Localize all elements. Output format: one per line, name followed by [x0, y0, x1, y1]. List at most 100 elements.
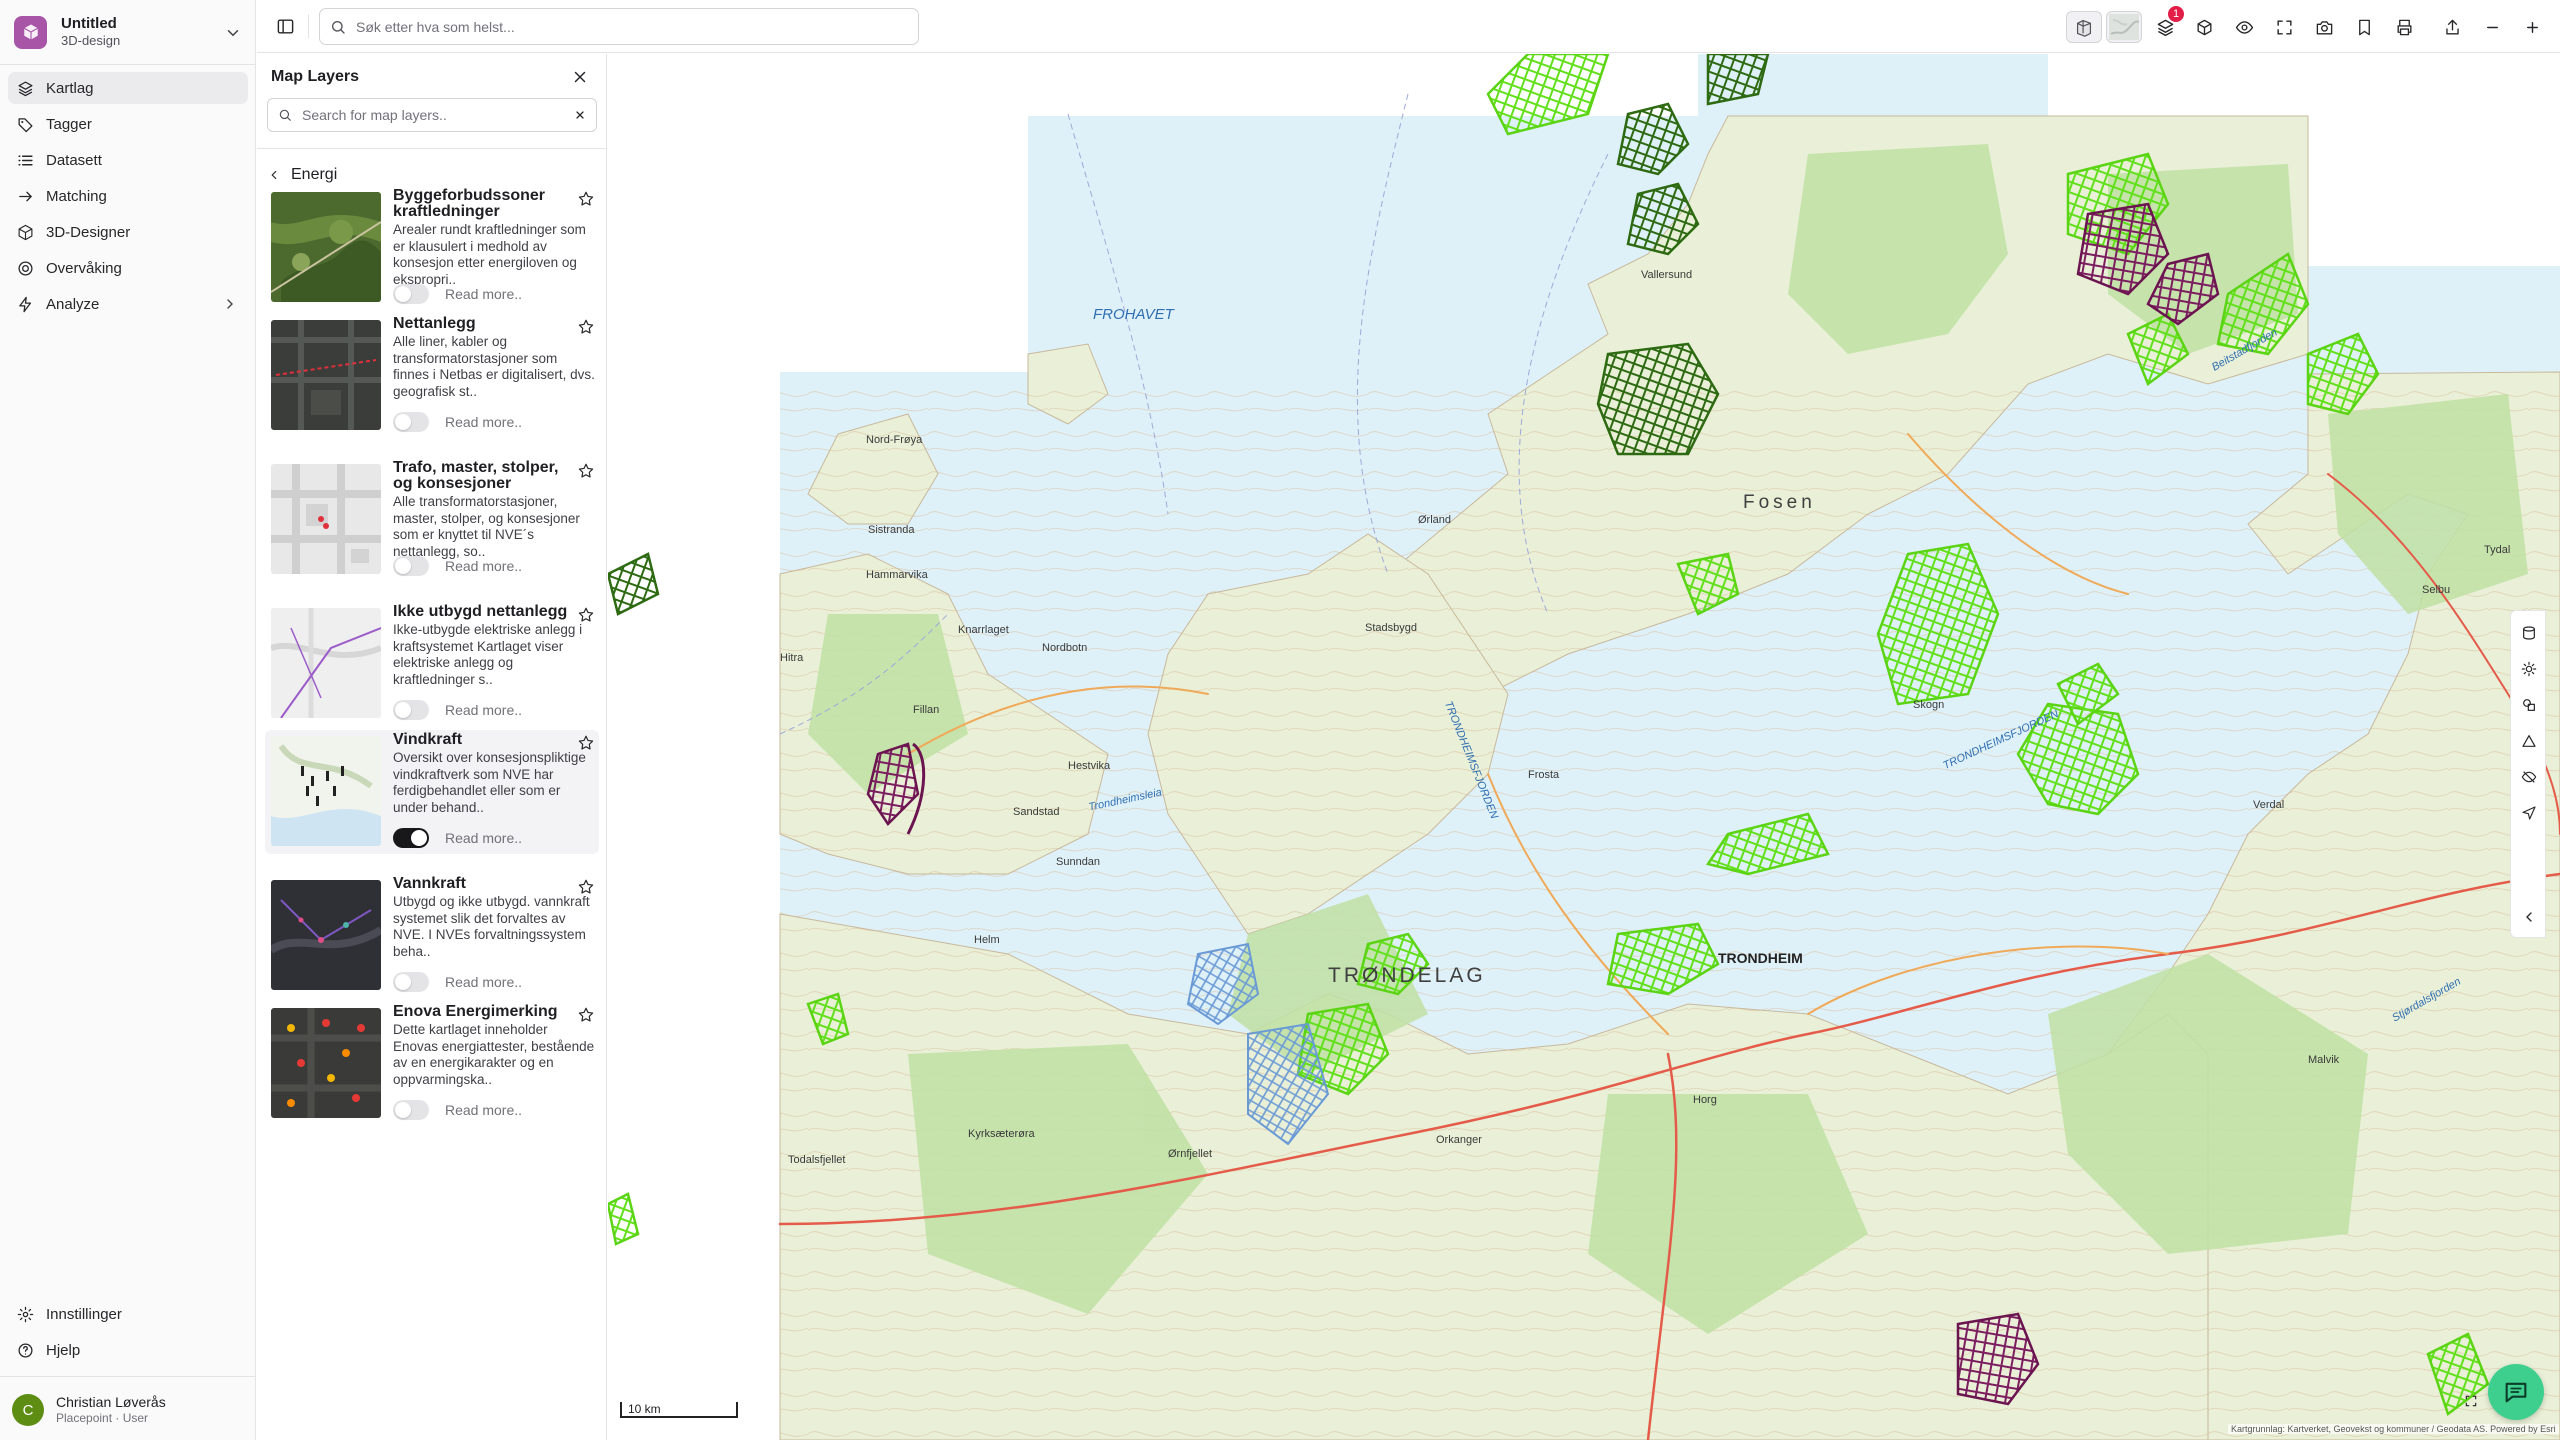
nav-innstillinger[interactable]: Innstillinger: [8, 1298, 248, 1330]
sun-icon: [2521, 661, 2537, 677]
favorite-star-icon[interactable]: [577, 462, 595, 480]
clear-search-icon[interactable]: [574, 109, 586, 121]
project-name: Untitled: [61, 15, 117, 33]
measure-button[interactable]: [2519, 695, 2539, 715]
project-switcher[interactable]: Untitled 3D-design: [10, 8, 246, 56]
printer-icon: [2396, 19, 2412, 35]
layer-search-input[interactable]: [302, 107, 562, 123]
map-label-place: Frosta: [1528, 769, 1560, 781]
nav-kartlag[interactable]: Kartlag: [8, 72, 248, 104]
layer-thumbnail: [271, 192, 381, 302]
map-tool-rail: [2510, 610, 2546, 938]
close-panel-button[interactable]: [569, 66, 591, 88]
user-menu[interactable]: C Christian Løverås Placepoint · User: [12, 1390, 166, 1430]
read-more-link[interactable]: Read more..: [445, 1102, 522, 1118]
hide-button[interactable]: [2519, 767, 2539, 787]
layers-icon: [16, 79, 34, 97]
read-more-link[interactable]: Read more..: [445, 558, 522, 574]
global-search[interactable]: [319, 8, 919, 45]
toggle-sidebar-button[interactable]: [273, 14, 297, 38]
basemap-selector[interactable]: [2106, 11, 2142, 43]
map-label-place: Knarrlaget: [958, 624, 1009, 636]
map-label-place: Hammarvika: [866, 569, 928, 581]
visibility-button[interactable]: [2229, 12, 2259, 42]
nav-label: Tagger: [46, 115, 92, 133]
list-icon: [16, 151, 34, 169]
map-canvas: [608, 54, 2560, 1440]
collapse-tools-button[interactable]: [2519, 907, 2539, 927]
terrain-button[interactable]: [2519, 731, 2539, 751]
chat-button[interactable]: [2488, 1364, 2544, 1420]
zoom-in-button[interactable]: [2517, 12, 2547, 42]
chat-icon: [2505, 1382, 2527, 1403]
3d-view-button[interactable]: [2189, 12, 2219, 42]
layer-card-vindkraft[interactable]: Vindkraft Oversikt over konsesjonsplikti…: [265, 730, 599, 854]
nav-3d-designer[interactable]: 3D-Designer: [8, 216, 248, 248]
map-label-place: Tydal: [2484, 544, 2511, 556]
fullscreen-button[interactable]: [2269, 12, 2299, 42]
layer-card-ikke-utbygd-nettanlegg[interactable]: Ikke utbygd nettanlegg Ikke-utbygde elek…: [265, 602, 599, 726]
send-icon: [2522, 806, 2536, 820]
bookmark-button[interactable]: [2349, 12, 2379, 42]
zoom-out-button[interactable]: [2477, 12, 2507, 42]
read-more-link[interactable]: Read more..: [445, 830, 522, 846]
map-view[interactable]: FROHAVET Fosen TRØNDELAG TRONDHEIM TROND…: [608, 54, 2560, 1440]
lighting-button[interactable]: [2519, 659, 2539, 679]
layer-thumbnail: [271, 880, 381, 990]
cube-logo-icon: [23, 24, 38, 40]
layer-toggle[interactable]: [393, 828, 429, 848]
layer-title: Byggeforbudssoner kraftledninger: [393, 187, 546, 220]
user-role: Placepoint · User: [56, 1411, 149, 1426]
layer-search[interactable]: [267, 98, 597, 132]
search-icon: [279, 109, 291, 121]
search-input[interactable]: [356, 18, 896, 35]
map-attribution: Kartgrunnlag: Kartverket, Geovekst og ko…: [2228, 1424, 2559, 1434]
read-more-link[interactable]: Read more..: [445, 286, 522, 302]
layer-description: Ikke-utbygde elektriske anlegg i kraftsy…: [393, 622, 583, 687]
nav-matching[interactable]: Matching: [8, 180, 248, 212]
user-name: Christian Løverås: [56, 1393, 166, 1410]
gear-icon: [16, 1305, 34, 1323]
nav-overvaking[interactable]: Overvåking: [8, 252, 248, 284]
nav-hjelp[interactable]: Hjelp: [8, 1334, 248, 1366]
navigate-button[interactable]: [2519, 803, 2539, 823]
basemap-3d-toggle[interactable]: [2066, 11, 2102, 43]
screenshot-button[interactable]: [2309, 12, 2339, 42]
layer-card-vannkraft[interactable]: Vannkraft Utbygd og ikke utbygd. vannkra…: [265, 874, 599, 998]
layer-toggle[interactable]: [393, 284, 429, 304]
layer-description: Utbygd og ikke utbygd. vannkraft systeme…: [393, 894, 590, 959]
nav-datasett[interactable]: Datasett: [8, 144, 248, 176]
layer-toggle[interactable]: [393, 972, 429, 992]
draw-tool-button[interactable]: [2519, 623, 2539, 643]
layer-toggle[interactable]: [393, 556, 429, 576]
shapes-icon: [2523, 699, 2535, 711]
read-more-link[interactable]: Read more..: [445, 702, 522, 718]
layers-button[interactable]: 1: [2150, 6, 2184, 42]
layer-card-enova[interactable]: Enova Energimerking Dette kartlaget inne…: [265, 1002, 599, 1126]
map-label-place: Kyrksæterøra: [968, 1128, 1035, 1140]
layer-card-byggeforbudssoner[interactable]: Byggeforbudssoner kraftledninger Arealer…: [265, 186, 599, 310]
share-button[interactable]: [2437, 12, 2467, 42]
top-bar: 1: [257, 0, 2560, 53]
help-icon: [16, 1341, 34, 1359]
close-icon: [574, 71, 586, 83]
expand-icon[interactable]: [2464, 1394, 2478, 1408]
nav-analyze[interactable]: Analyze: [8, 288, 248, 320]
panel-title: Map Layers: [271, 68, 360, 85]
layer-toggle[interactable]: [393, 700, 429, 720]
read-more-link[interactable]: Read more..: [445, 974, 522, 990]
read-more-link[interactable]: Read more..: [445, 414, 522, 430]
cube-icon: [16, 223, 34, 241]
layer-toggle[interactable]: [393, 1100, 429, 1120]
layer-card-nettanlegg[interactable]: Nettanlegg Alle liner, kabler og transfo…: [265, 314, 599, 438]
map-label-place: Fillan: [913, 704, 940, 716]
camera-icon: [2316, 20, 2332, 35]
layer-toggle[interactable]: [393, 412, 429, 432]
layer-card-trafo[interactable]: Trafo, master, stolper, og konsesjoner A…: [265, 458, 599, 582]
minus-icon: [2486, 26, 2498, 28]
map-label-area: Fosen: [1743, 492, 1816, 513]
nav-tagger[interactable]: Tagger: [8, 108, 248, 140]
map-label-place: Ørnfjellet: [1168, 1148, 1213, 1160]
favorite-star-icon[interactable]: [577, 190, 595, 208]
print-button[interactable]: [2389, 12, 2419, 42]
